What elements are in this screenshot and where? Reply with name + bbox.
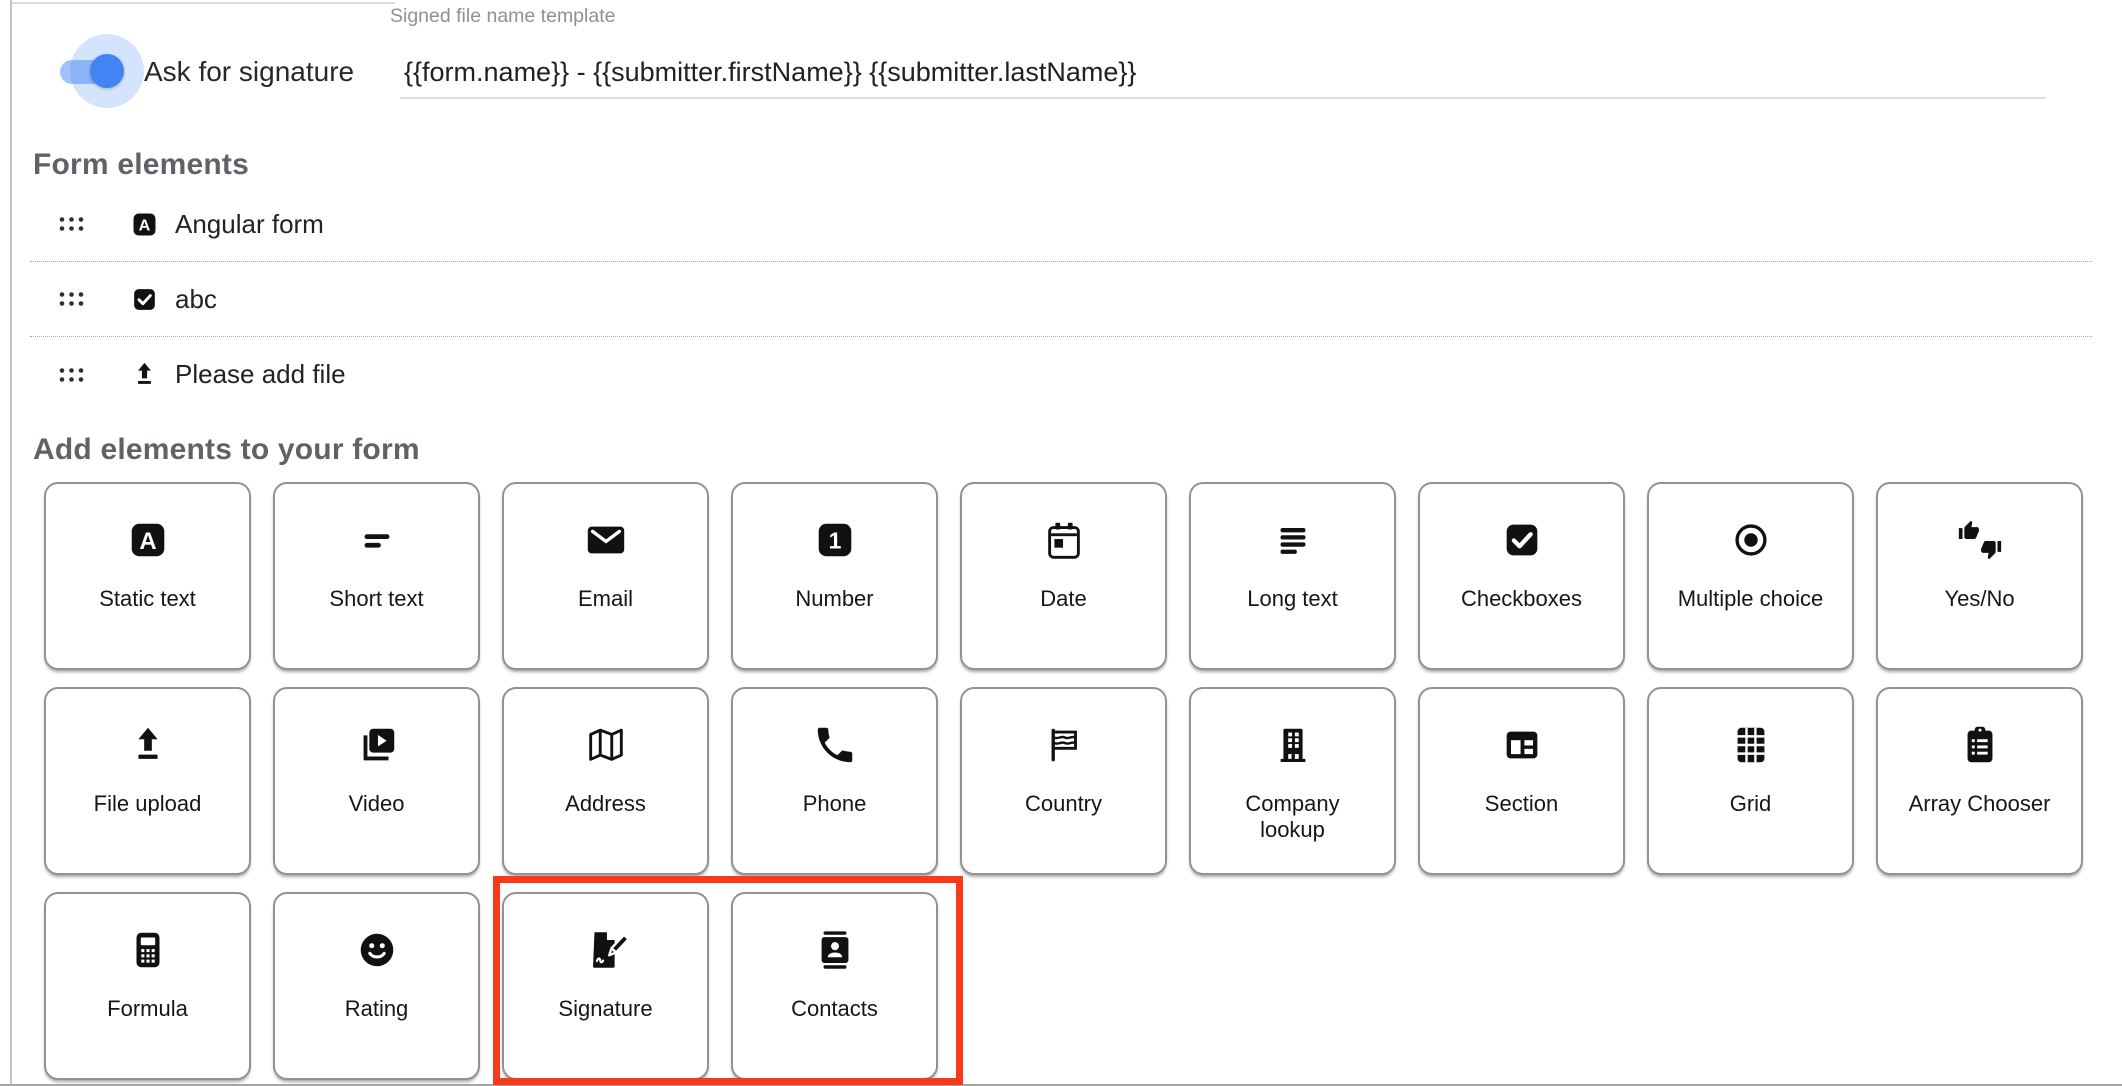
add-element-card-signature[interactable]: Signature: [502, 892, 709, 1080]
add-element-card-multiple-choice[interactable]: Multiple choice: [1647, 482, 1854, 670]
add-element-card-label: Array Chooser: [1909, 791, 2051, 817]
add-element-card-label: Country: [1025, 791, 1102, 817]
static-text-icon: [125, 517, 171, 563]
input-underline: [400, 97, 2046, 99]
add-element-card-address[interactable]: Address: [502, 687, 709, 875]
long-text-icon: [1270, 517, 1316, 563]
signed-file-name-template-label: Signed file name template: [390, 5, 615, 28]
static-text-icon: [129, 209, 160, 240]
add-element-card-phone[interactable]: Phone: [731, 687, 938, 875]
add-element-card-label: Email: [578, 586, 633, 612]
form-element-label: Please add file: [175, 359, 346, 390]
date-icon: [1041, 517, 1087, 563]
add-element-card-label: Checkboxes: [1461, 586, 1582, 612]
add-element-card-label: Long text: [1247, 586, 1338, 612]
yes-no-icon: [1957, 517, 2003, 563]
short-text-icon: [354, 517, 400, 563]
add-element-card-short-text[interactable]: Short text: [273, 482, 480, 670]
add-element-card-label: Static text: [99, 586, 196, 612]
address-map-icon: [583, 722, 629, 768]
add-element-card-date[interactable]: Date: [960, 482, 1167, 670]
form-element-row[interactable]: Please add file: [30, 337, 2092, 412]
add-element-card-file-upload[interactable]: File upload: [44, 687, 251, 875]
file-upload-icon: [129, 359, 160, 390]
array-chooser-icon: [1957, 722, 2003, 768]
add-element-card-formula[interactable]: Formula: [44, 892, 251, 1080]
phone-icon: [812, 722, 858, 768]
formula-icon: [125, 927, 171, 973]
form-elements-list: Angular form abc Please add file: [30, 187, 2092, 412]
grid-icon: [1728, 722, 1774, 768]
add-element-card-label: Section: [1485, 791, 1558, 817]
add-element-card-label: File upload: [94, 791, 202, 817]
add-element-card-email[interactable]: Email: [502, 482, 709, 670]
add-element-card-label: Grid: [1730, 791, 1772, 817]
add-element-card-label: Contacts: [791, 996, 878, 1022]
checkbox-icon: [129, 284, 160, 315]
add-elements-heading: Add elements to your form: [33, 433, 420, 467]
add-element-card-country[interactable]: Country: [960, 687, 1167, 875]
checkbox-icon: [1499, 517, 1545, 563]
number-icon: [812, 517, 858, 563]
add-element-card-array-chooser[interactable]: Array Chooser: [1876, 687, 2083, 875]
ask-for-signature-toggle[interactable]: [0, 0, 210, 110]
drag-handle-icon[interactable]: [58, 366, 85, 384]
add-element-card-label: Phone: [803, 791, 867, 817]
email-icon: [583, 517, 629, 563]
file-upload-icon: [125, 722, 171, 768]
add-element-card-rating[interactable]: Rating: [273, 892, 480, 1080]
add-element-card-company-lookup[interactable]: Company lookup: [1189, 687, 1396, 875]
company-lookup-icon: [1270, 722, 1316, 768]
add-element-card-grid[interactable]: Grid: [1647, 687, 1854, 875]
add-element-card-label: Multiple choice: [1678, 586, 1824, 612]
add-element-card-label: Address: [565, 791, 646, 817]
form-element-row[interactable]: Angular form: [30, 187, 2092, 262]
add-elements-grid: Static text Short text Email Number Date…: [44, 482, 2083, 1080]
add-element-card-label: Short text: [329, 586, 423, 612]
panel-left-border: [10, 0, 12, 1086]
add-element-card-label: Number: [795, 586, 873, 612]
drag-handle-icon[interactable]: [58, 290, 85, 308]
add-element-card-label: Yes/No: [1944, 586, 2014, 612]
add-element-card-label: Formula: [107, 996, 188, 1022]
add-element-card-yes-no[interactable]: Yes/No: [1876, 482, 2083, 670]
add-element-card-checkboxes[interactable]: Checkboxes: [1418, 482, 1625, 670]
form-elements-heading: Form elements: [33, 148, 249, 182]
add-element-card-section[interactable]: Section: [1418, 687, 1625, 875]
form-element-label: Angular form: [175, 209, 324, 240]
section-icon: [1499, 722, 1545, 768]
add-element-card-label: Rating: [345, 996, 409, 1022]
signature-icon: [583, 927, 629, 973]
add-element-card-contacts[interactable]: Contacts: [731, 892, 938, 1080]
contacts-icon: [812, 927, 858, 973]
video-icon: [354, 722, 400, 768]
add-element-card-label: Signature: [558, 996, 652, 1022]
add-element-card-video[interactable]: Video: [273, 687, 480, 875]
add-element-card-number[interactable]: Number: [731, 482, 938, 670]
form-element-row[interactable]: abc: [30, 262, 2092, 337]
form-element-label: abc: [175, 284, 217, 315]
add-element-card-label: Video: [349, 791, 405, 817]
add-element-card-label: Company lookup: [1213, 791, 1373, 843]
form-builder-page: Ask for signature Signed file name templ…: [0, 0, 2122, 1086]
rating-icon: [354, 927, 400, 973]
signed-file-name-template-input[interactable]: [404, 57, 2034, 88]
drag-handle-icon[interactable]: [58, 215, 85, 233]
multiple-choice-icon: [1728, 517, 1774, 563]
add-element-card-long-text[interactable]: Long text: [1189, 482, 1396, 670]
add-element-card-static-text[interactable]: Static text: [44, 482, 251, 670]
toggle-thumb: [90, 54, 124, 88]
country-flag-icon: [1041, 722, 1087, 768]
add-element-card-label: Date: [1040, 586, 1086, 612]
ask-for-signature-label: Ask for signature: [144, 56, 354, 88]
